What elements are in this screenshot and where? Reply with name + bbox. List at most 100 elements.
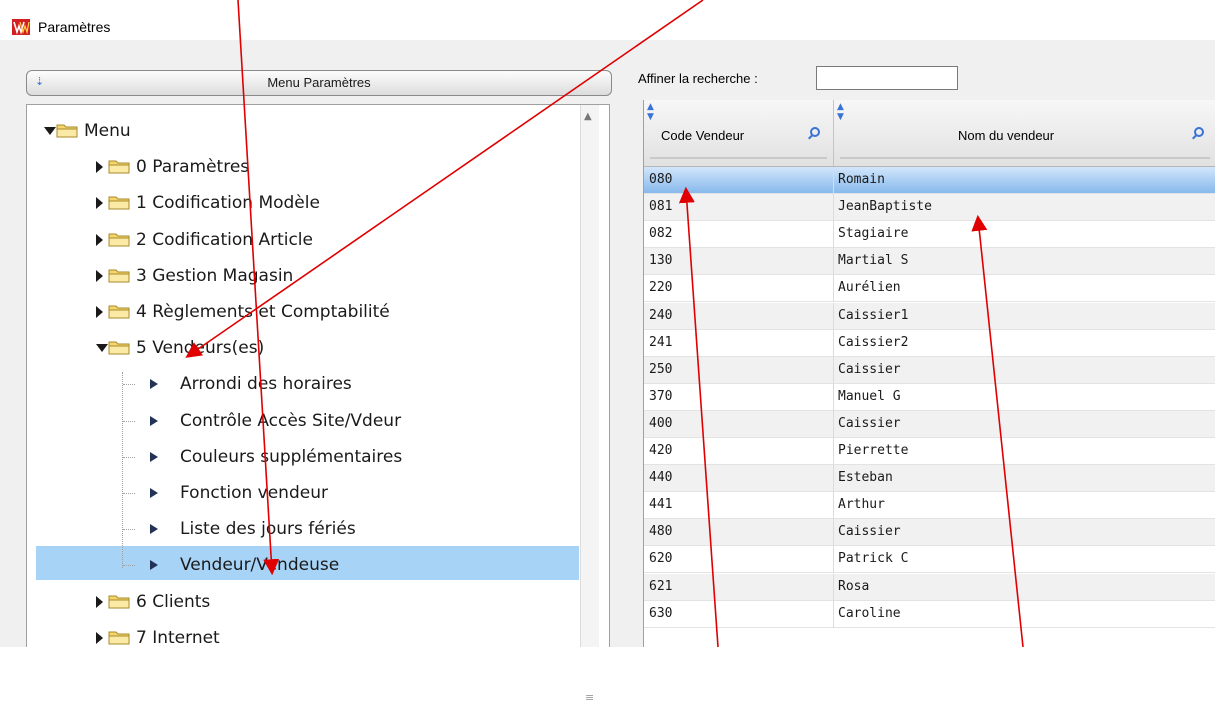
table-row[interactable]: 400 Caissier <box>644 411 1215 438</box>
column-separator <box>833 275 834 302</box>
tree-leaf-item[interactable]: Couleurs supplémentaires <box>0 440 575 474</box>
table-row[interactable]: 440 Esteban <box>644 465 1215 492</box>
tree-item-label: 2 Codification Article <box>136 230 313 250</box>
column-separator <box>833 303 834 330</box>
cell-nom-vendeur: Caissier <box>838 524 901 539</box>
tree-folder-item[interactable]: 3 Gestion Magasin <box>0 259 575 293</box>
cell-code-vendeur: 240 <box>649 308 673 323</box>
table-row[interactable]: 420 Pierrette <box>644 438 1215 465</box>
table-row[interactable]: 081 JeanBaptiste <box>644 194 1215 221</box>
expand-triangle-right-icon[interactable] <box>96 161 103 173</box>
tree-item-label: Arrondi des horaires <box>180 374 352 394</box>
cell-nom-vendeur: Martial S <box>838 253 909 268</box>
tree-item-label: 1 Codification Modèle <box>136 193 320 213</box>
table-row[interactable]: 220 Aurélien <box>644 275 1215 302</box>
cell-nom-vendeur: Pierrette <box>838 443 909 458</box>
column-header-code[interactable]: ▲ ▼ Code Vendeur <box>644 100 834 166</box>
scroll-grip-icon[interactable]: ≡ <box>585 691 594 704</box>
tree-item-label: 4 Règlements et Comptabilité <box>136 302 390 322</box>
tree-connector-branch <box>123 421 135 422</box>
cell-nom-vendeur: Caissier2 <box>838 335 909 350</box>
table-row[interactable]: 480 Caissier <box>644 519 1215 546</box>
expand-triangle-right-icon[interactable] <box>96 270 103 282</box>
table-row[interactable]: 241 Caissier2 <box>644 330 1215 357</box>
title-bar: Paramètres <box>0 0 1215 40</box>
table-row[interactable]: 630 Caroline <box>644 601 1215 628</box>
table-row[interactable]: 082 Stagiaire <box>644 221 1215 248</box>
folder-icon <box>108 269 130 283</box>
tree-item-label: Vendeur/Vendeuse <box>180 555 340 575</box>
tree-leaf-item[interactable]: Vendeur/Vendeuse <box>0 548 575 582</box>
menu-panel-header[interactable]: ⇣ Menu Paramètres <box>26 70 612 96</box>
column-separator <box>833 492 834 519</box>
cell-code-vendeur: 220 <box>649 280 673 295</box>
tree-folder-item[interactable]: 1 Codification Modèle <box>0 186 575 220</box>
expand-triangle-right-icon[interactable] <box>96 306 103 318</box>
search-input[interactable] <box>816 66 958 90</box>
column-title-name: Nom du vendeur <box>958 128 1055 143</box>
expand-triangle-right-icon[interactable] <box>96 234 103 246</box>
tree-leaf-item[interactable]: Contrôle Accès Site/Vdeur <box>0 404 575 438</box>
scroll-up-arrow-icon[interactable]: ▲ <box>584 111 592 122</box>
folder-icon <box>108 305 130 319</box>
column-separator <box>833 221 834 248</box>
cell-code-vendeur: 441 <box>649 497 673 512</box>
column-separator <box>833 546 834 573</box>
tree-folder-item[interactable]: Menu <box>0 114 575 148</box>
cell-code-vendeur: 250 <box>649 362 673 377</box>
cell-nom-vendeur: Stagiaire <box>838 226 909 241</box>
cell-nom-vendeur: Caroline <box>838 606 901 621</box>
tree-folder-item[interactable]: 0 Paramètres <box>0 150 575 184</box>
column-divider <box>650 157 827 159</box>
sort-icon[interactable]: ▲ ▼ <box>837 102 844 122</box>
expand-triangle-right-icon[interactable] <box>96 632 103 644</box>
column-divider <box>840 157 1210 159</box>
expand-triangle-right-icon[interactable] <box>96 197 103 209</box>
folder-icon <box>108 341 130 355</box>
leaf-arrow-icon <box>150 379 158 389</box>
sort-icon[interactable]: ▲ ▼ <box>647 102 654 122</box>
column-separator <box>833 601 834 628</box>
expand-triangle-down-icon[interactable] <box>96 344 108 352</box>
tree-scrollbar[interactable]: ▲ ≡ <box>580 105 599 704</box>
tree-leaf-item[interactable]: Arrondi des horaires <box>0 367 575 401</box>
cell-code-vendeur: 370 <box>649 389 673 404</box>
magnifier-icon[interactable] <box>1194 127 1204 137</box>
tree-folder-item[interactable]: 6 Clients <box>0 585 575 619</box>
folder-icon <box>108 160 130 174</box>
tree-item-label: 6 Clients <box>136 592 211 612</box>
table-row[interactable]: 240 Caissier1 <box>644 303 1215 330</box>
tree-item-label: 5 Vendeurs(es) <box>136 338 265 358</box>
table-row[interactable]: 250 Caissier <box>644 357 1215 384</box>
expand-triangle-right-icon[interactable] <box>96 596 103 608</box>
tree-folder-item[interactable]: 4 Règlements et Comptabilité <box>0 295 575 329</box>
column-separator <box>833 438 834 465</box>
tree-connector-branch <box>123 565 135 566</box>
tree-item-label: 0 Paramètres <box>136 157 250 177</box>
column-separator <box>833 465 834 492</box>
leaf-arrow-icon <box>150 488 158 498</box>
tree-folder-item[interactable]: 5 Vendeurs(es) <box>0 331 575 365</box>
cell-code-vendeur: 081 <box>649 199 673 214</box>
tree-leaf-item[interactable]: Liste des jours fériés <box>0 512 575 546</box>
cell-nom-vendeur: Caissier <box>838 362 901 377</box>
cell-nom-vendeur: JeanBaptiste <box>838 199 932 214</box>
column-separator <box>833 194 834 221</box>
cell-code-vendeur: 630 <box>649 606 673 621</box>
tree-leaf-item[interactable]: Fonction vendeur <box>0 476 575 510</box>
magnifier-icon[interactable] <box>810 127 820 137</box>
table-row[interactable]: 080 Romain <box>644 167 1215 194</box>
cell-nom-vendeur: Esteban <box>838 470 893 485</box>
column-header-name[interactable]: ▲ ▼ Nom du vendeur <box>834 100 1215 166</box>
folder-icon <box>108 631 130 645</box>
tree-connector-branch <box>123 384 135 385</box>
tree-folder-item[interactable]: 7 Internet <box>0 621 575 655</box>
tree-folder-item[interactable]: 2 Codification Article <box>0 223 575 257</box>
table-row[interactable]: 621 Rosa <box>644 574 1215 601</box>
table-row[interactable]: 620 Patrick C <box>644 546 1215 573</box>
table-row[interactable]: 441 Arthur <box>644 492 1215 519</box>
column-separator <box>833 248 834 275</box>
expand-triangle-down-icon[interactable] <box>44 127 56 135</box>
table-row[interactable]: 130 Martial S <box>644 248 1215 275</box>
table-row[interactable]: 370 Manuel G <box>644 384 1215 411</box>
